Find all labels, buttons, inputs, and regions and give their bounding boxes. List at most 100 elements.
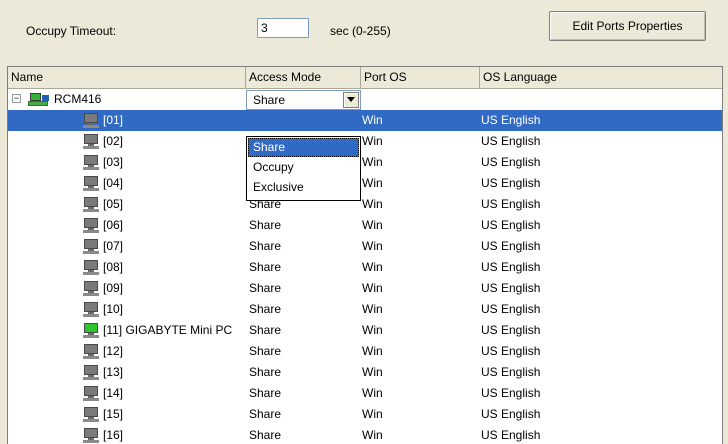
port-name: [16]	[103, 428, 124, 442]
monitor-icon	[83, 386, 99, 401]
port-os: Win	[362, 197, 383, 211]
port-access-mode[interactable]: Share	[249, 278, 281, 299]
monitor-icon	[83, 407, 99, 422]
column-header-os-language[interactable]: OS Language	[480, 67, 722, 88]
monitor-icon	[83, 281, 99, 296]
kvm-switch-icon	[28, 92, 50, 107]
port-os-language: US English	[481, 155, 541, 169]
monitor-icon	[83, 218, 99, 233]
port-os-language: US English	[481, 407, 541, 421]
port-access-mode[interactable]: Share	[249, 320, 281, 341]
monitor-icon	[83, 239, 99, 254]
port-os: Win	[362, 155, 383, 169]
tree-collapse-icon[interactable]: −	[12, 94, 21, 103]
port-name: [09]	[103, 281, 124, 295]
port-row[interactable]: [13] Share Win US English	[8, 362, 722, 383]
port-row[interactable]: [09] Share Win US English	[8, 278, 722, 299]
port-name: [12]	[103, 344, 124, 358]
occupy-timeout-input[interactable]	[257, 18, 309, 38]
port-access-mode[interactable]: Share	[249, 215, 281, 236]
port-os: Win	[362, 365, 383, 379]
monitor-icon	[83, 260, 99, 275]
port-os: Win	[362, 386, 383, 400]
port-os: Win	[362, 260, 383, 274]
port-row[interactable]: [02]ShareWinUS English	[8, 131, 722, 152]
monitor-icon	[83, 155, 99, 170]
port-access-mode[interactable]: Share	[249, 425, 281, 444]
port-os-language: US English	[481, 218, 541, 232]
port-name: [04]	[103, 176, 124, 190]
port-os-language: US English	[481, 134, 541, 148]
port-row[interactable]: [14] Share Win US English	[8, 383, 722, 404]
port-access-mode[interactable]: Share	[249, 341, 281, 362]
monitor-icon	[83, 134, 99, 149]
column-header-access-mode[interactable]: Access Mode	[246, 67, 361, 88]
port-name: [02]	[103, 134, 124, 148]
monitor-icon	[83, 365, 99, 380]
access-mode-select-value: Share	[253, 93, 286, 107]
port-access-mode[interactable]: Share	[249, 404, 281, 425]
port-os-language: US English	[481, 428, 541, 442]
port-row[interactable]: [03]ShareWinUS English	[8, 152, 722, 173]
port-access-mode[interactable]: Share	[249, 257, 281, 278]
port-os-language: US English	[481, 113, 541, 127]
port-os: Win	[362, 134, 383, 148]
port-os: Win	[362, 239, 383, 253]
port-os-language: US English	[481, 239, 541, 253]
edit-ports-properties-button[interactable]: Edit Ports Properties	[549, 11, 706, 41]
access-mode-option[interactable]: Exclusive	[248, 178, 359, 197]
port-os: Win	[362, 344, 383, 358]
chevron-down-icon[interactable]	[343, 92, 359, 108]
occupy-timeout-range: sec (0-255)	[330, 24, 391, 38]
port-access-mode[interactable]: Share	[249, 362, 281, 383]
port-row[interactable]: [06] Share Win US English	[8, 215, 722, 236]
port-row[interactable]: [11] GIGABYTE Mini PC Share Win US English	[8, 320, 722, 341]
port-name: [15]	[103, 407, 124, 421]
port-os-language: US English	[481, 176, 541, 190]
tree-root-label: RCM416	[54, 92, 102, 106]
port-os-language: US English	[481, 302, 541, 316]
port-os: Win	[362, 218, 383, 232]
port-row[interactable]: [16] Share Win US English	[8, 425, 722, 444]
monitor-icon	[83, 113, 99, 128]
port-os: Win	[362, 428, 383, 442]
column-header-port-os[interactable]: Port OS	[361, 67, 480, 88]
occupy-timeout-label: Occupy Timeout:	[26, 24, 117, 38]
port-name: [10]	[103, 302, 124, 316]
port-row[interactable]: [15] Share Win US English	[8, 404, 722, 425]
port-name: [03]	[103, 155, 124, 169]
port-row[interactable]: [10] Share Win US English	[8, 299, 722, 320]
access-mode-dropdown-list: Share Occupy Exclusive	[246, 136, 361, 201]
port-os-language: US English	[481, 344, 541, 358]
port-name: [08]	[103, 260, 124, 274]
port-row[interactable]: [05] Share Win US English	[8, 194, 722, 215]
port-name: [06]	[103, 218, 124, 232]
port-os-language: US English	[481, 365, 541, 379]
port-os-language: US English	[481, 281, 541, 295]
port-access-mode[interactable]: Share	[249, 299, 281, 320]
ports-list[interactable]: Name Access Mode Port OS OS Language − R…	[7, 66, 723, 444]
monitor-icon	[83, 323, 99, 338]
port-access-mode[interactable]: Share	[249, 236, 281, 257]
monitor-icon	[83, 428, 99, 443]
port-access-mode[interactable]: Share	[249, 383, 281, 404]
access-mode-option[interactable]: Share	[248, 138, 359, 157]
port-os: Win	[362, 302, 383, 316]
port-name: [01]	[103, 113, 124, 127]
tree-root-row[interactable]: − RCM416	[8, 89, 722, 110]
port-row[interactable]: [07] Share Win US English	[8, 236, 722, 257]
access-mode-select[interactable]: Share	[246, 90, 361, 110]
column-header-name[interactable]: Name	[8, 67, 246, 88]
access-mode-option[interactable]: Occupy	[248, 158, 359, 177]
port-name: [05]	[103, 197, 124, 211]
port-row[interactable]: [08] Share Win US English	[8, 257, 722, 278]
port-row[interactable]: [04]ShareWinUS English	[8, 173, 722, 194]
port-name: [14]	[103, 386, 124, 400]
port-os: Win	[362, 281, 383, 295]
port-row[interactable]: [12] Share Win US English	[8, 341, 722, 362]
port-name: [13]	[103, 365, 124, 379]
port-os: Win	[362, 113, 383, 127]
port-os-language: US English	[481, 323, 541, 337]
port-name: [11] GIGABYTE Mini PC	[103, 323, 233, 337]
port-row[interactable]: [01] Win US English	[8, 110, 722, 131]
